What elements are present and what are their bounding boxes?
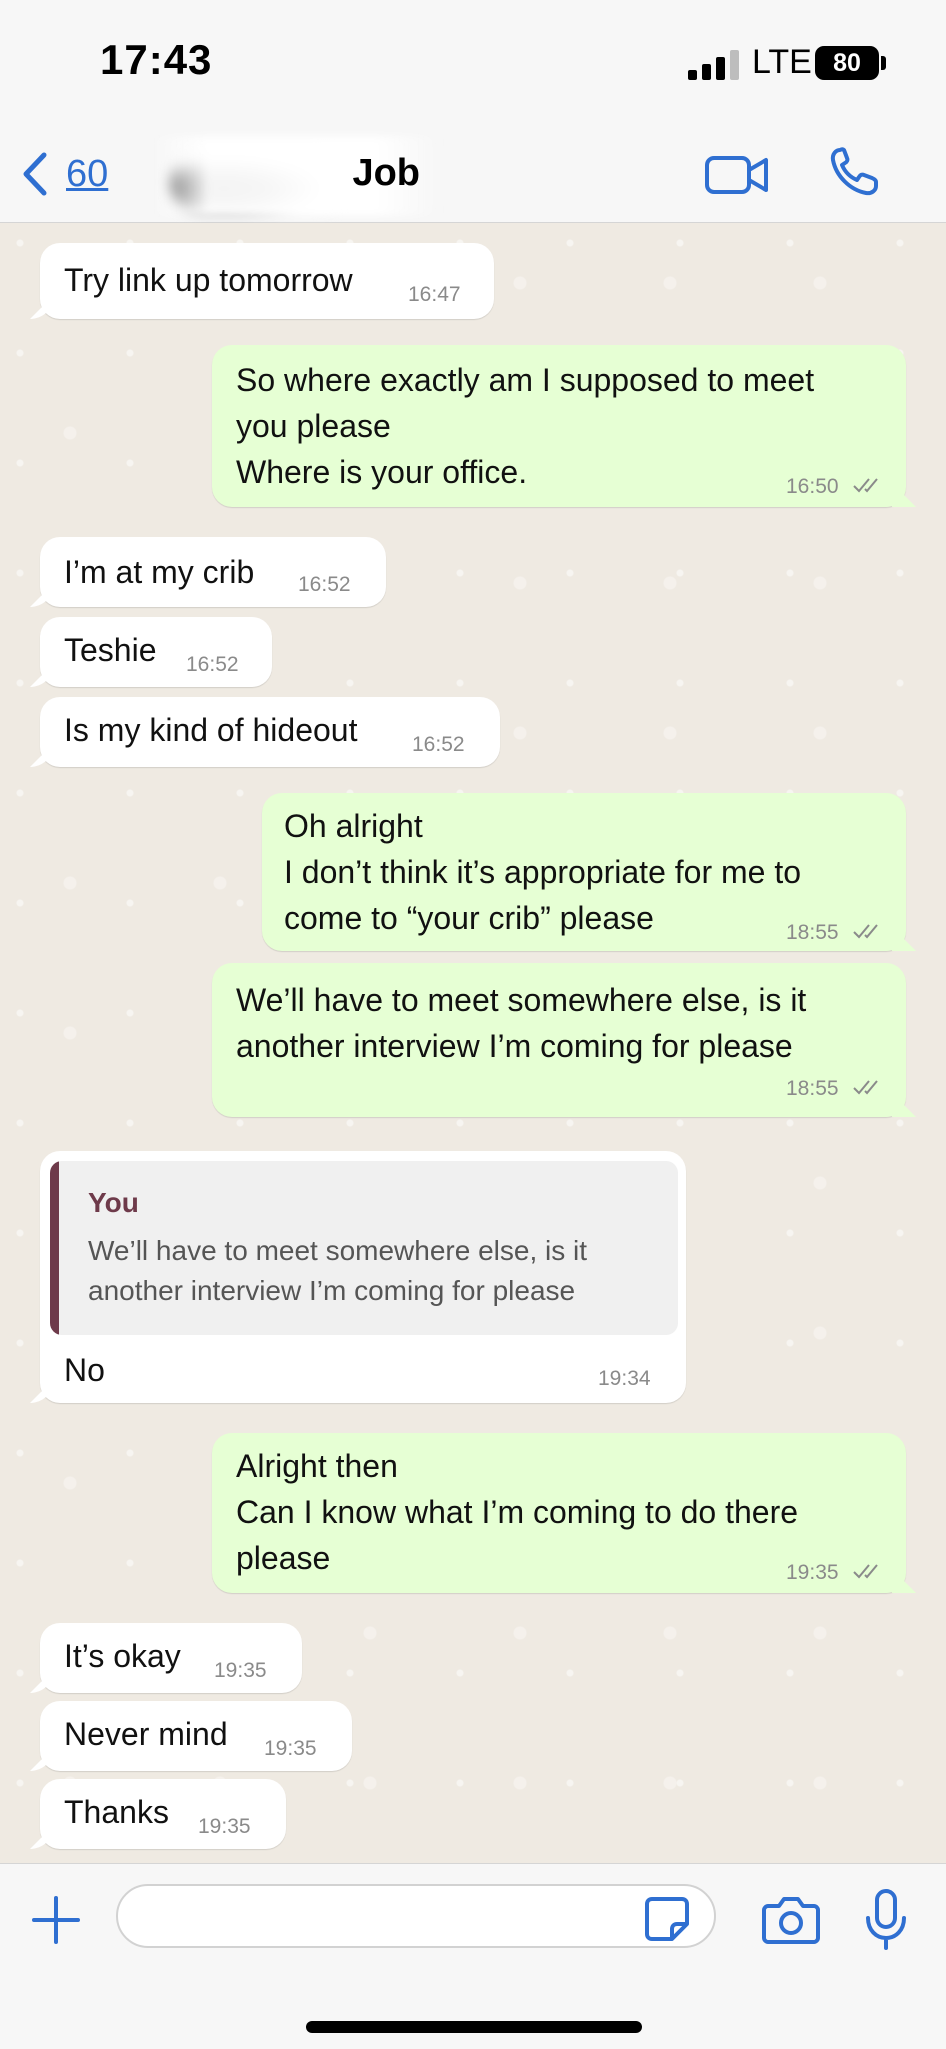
- back-button[interactable]: 60: [18, 144, 138, 204]
- message-time: 19:35: [264, 1737, 317, 1760]
- message-incoming[interactable]: Thanks 19:35: [40, 1779, 286, 1849]
- chat-header: 60 Job: [0, 130, 946, 223]
- message-text: Alright then Can I know what I’m coming …: [236, 1448, 799, 1576]
- plus-icon[interactable]: [30, 1894, 82, 1946]
- message-time: 19:35: [214, 1659, 267, 1682]
- quoted-message[interactable]: You We’ll have to meet somewhere else, i…: [50, 1161, 678, 1335]
- voice-call-button[interactable]: [826, 144, 882, 200]
- message-outgoing[interactable]: We’ll have to meet somewhere else, is it…: [212, 963, 906, 1117]
- message-time: 19:35: [786, 1561, 839, 1584]
- video-call-button[interactable]: [704, 150, 770, 200]
- unread-count: 60: [66, 152, 109, 195]
- message-text: I’m at my crib: [64, 554, 255, 590]
- message-time: 16:52: [186, 653, 239, 676]
- message-list[interactable]: Try link up tomorrow 16:47 So where exac…: [0, 223, 946, 1863]
- message-input[interactable]: [116, 1884, 716, 1948]
- message-time: 18:55: [786, 1077, 839, 1100]
- message-incoming[interactable]: It’s okay 19:35: [40, 1623, 302, 1693]
- message-incoming[interactable]: Never mind 19:35: [40, 1701, 352, 1771]
- status-bar: 17:43 LTE 80: [0, 0, 946, 130]
- home-indicator: [306, 2021, 642, 2033]
- message-time: 16:52: [412, 733, 465, 756]
- camera-icon[interactable]: [762, 1894, 820, 1944]
- message-composer: [0, 1863, 946, 2049]
- message-text: Never mind: [64, 1716, 228, 1752]
- message-time: 19:34: [598, 1367, 651, 1390]
- status-time: 17:43: [100, 36, 213, 83]
- quote-author: You: [88, 1187, 139, 1218]
- message-time: 16:50: [786, 475, 839, 498]
- message-text: Teshie: [64, 632, 157, 668]
- read-receipt-icon: [853, 478, 878, 493]
- network-type: LTE: [752, 43, 812, 81]
- message-incoming-reply[interactable]: You We’ll have to meet somewhere else, i…: [40, 1151, 686, 1403]
- message-text: We’ll have to meet somewhere else, is it…: [236, 982, 807, 1064]
- message-outgoing[interactable]: Alright then Can I know what I’m coming …: [212, 1433, 906, 1593]
- message-incoming[interactable]: Teshie 16:52: [40, 617, 272, 687]
- quote-accent-bar: [50, 1161, 59, 1335]
- message-outgoing[interactable]: Oh alright I don’t think it’s appropriat…: [262, 793, 906, 951]
- message-outgoing[interactable]: So where exactly am I supposed to meet y…: [212, 345, 906, 507]
- contact-name[interactable]: Job: [190, 152, 420, 195]
- microphone-icon[interactable]: [864, 1888, 908, 1952]
- message-text: Thanks: [64, 1794, 169, 1830]
- message-time: 16:47: [408, 283, 461, 306]
- message-time: 16:52: [298, 573, 351, 596]
- battery-level: 80: [815, 46, 879, 80]
- read-receipt-icon: [853, 1564, 878, 1579]
- battery-icon: [881, 56, 886, 70]
- message-text: So where exactly am I supposed to meet y…: [236, 362, 815, 490]
- message-text: It’s okay: [64, 1638, 181, 1674]
- message-incoming[interactable]: I’m at my crib 16:52: [40, 537, 386, 607]
- message-text: Is my kind of hideout: [64, 712, 358, 748]
- read-receipt-icon: [853, 924, 878, 939]
- quote-text: We’ll have to meet somewhere else, is it…: [88, 1235, 588, 1306]
- message-time: 19:35: [198, 1815, 251, 1838]
- message-text: Oh alright I don’t think it’s appropriat…: [284, 808, 802, 936]
- message-incoming[interactable]: Is my kind of hideout 16:52: [40, 697, 500, 767]
- message-time: 18:55: [786, 921, 839, 944]
- message-text: No: [64, 1352, 105, 1388]
- message-incoming[interactable]: Try link up tomorrow 16:47: [40, 243, 494, 319]
- sticker-icon[interactable]: [644, 1896, 690, 1942]
- message-text: Try link up tomorrow: [64, 262, 353, 298]
- read-receipt-icon: [853, 1080, 878, 1095]
- chevron-left-icon: [23, 152, 47, 196]
- signal-icon: [688, 50, 739, 80]
